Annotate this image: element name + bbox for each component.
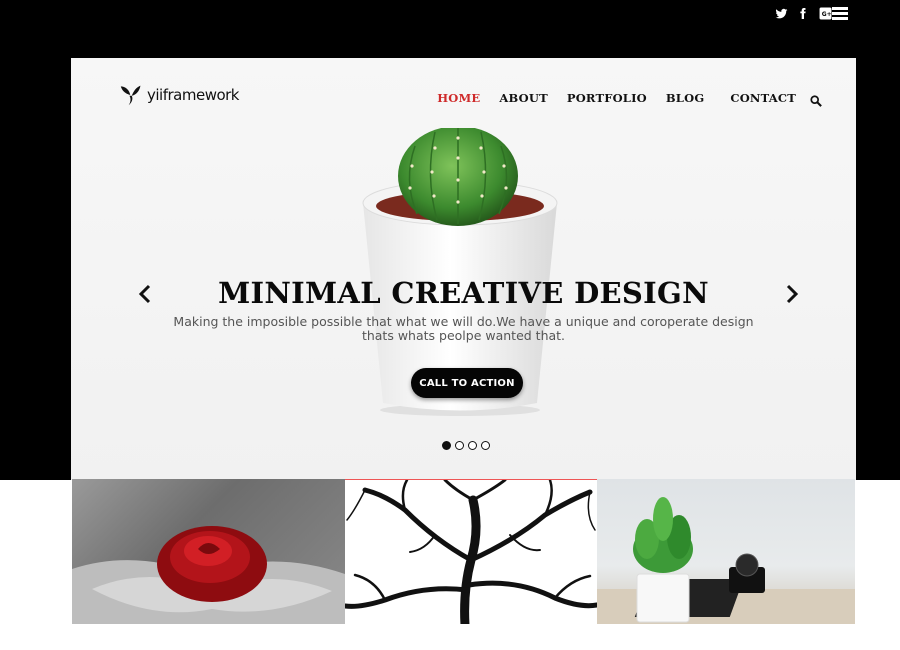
google-plus-icon[interactable]: G+ [818, 6, 832, 20]
rose-in-hands-image[interactable] [72, 479, 345, 624]
nav-contact[interactable]: CONTACT [730, 91, 796, 105]
search-icon[interactable] [810, 92, 822, 107]
brand-logo[interactable]: yiiframework [119, 84, 240, 106]
twitter-icon[interactable] [774, 6, 788, 20]
slider-pagination [442, 441, 490, 450]
hero-subtitle: Making the imposible possible that what … [173, 314, 754, 343]
potted-plant-camera-image[interactable] [597, 479, 855, 624]
facebook-icon[interactable] [796, 6, 810, 20]
call-to-action-button[interactable]: CALL TO ACTION [411, 368, 523, 398]
slider-dot-4[interactable] [481, 441, 490, 450]
slider-dot-3[interactable] [468, 441, 477, 450]
tree-branches-image[interactable] [345, 479, 597, 624]
slider-dot-1[interactable] [442, 441, 451, 450]
hamburger-menu-icon[interactable] [832, 7, 848, 21]
nav-about[interactable]: ABOUT [499, 91, 547, 105]
yii-leaf-icon [120, 85, 141, 106]
slider-dot-2[interactable] [455, 441, 464, 450]
svg-text:G+: G+ [821, 11, 831, 18]
hero-title: MINIMAL CREATIVE DESIGN [218, 276, 709, 310]
social-links: G+ [774, 6, 832, 20]
logo-text: yiiframework [147, 86, 240, 104]
nav-blog[interactable]: BLOG [666, 91, 704, 105]
hero-slider: yiiframework HOME ABOUT PORTFOLIO BLOG C… [71, 58, 856, 480]
nav-home[interactable]: HOME [437, 91, 480, 105]
nav-portfolio[interactable]: PORTFOLIO [567, 91, 647, 105]
portfolio-gallery [72, 479, 855, 624]
main-nav: HOME ABOUT PORTFOLIO BLOG CONTACT [418, 91, 822, 107]
